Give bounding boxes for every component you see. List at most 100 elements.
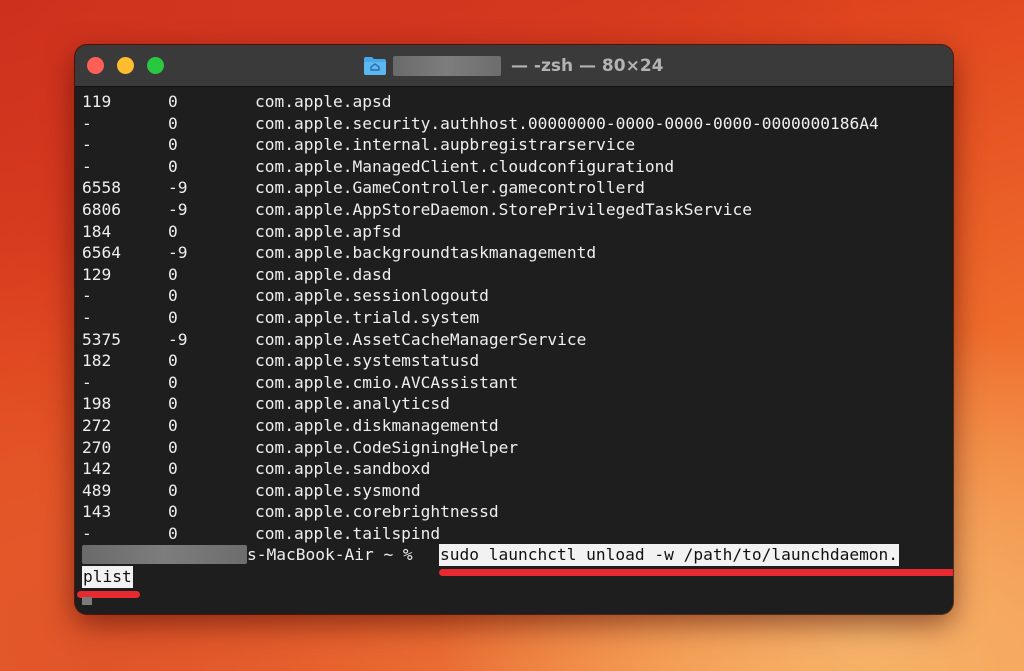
output-row: 129 0 com.apple.dasd	[82, 264, 953, 286]
output-row: 489 0 com.apple.sysmond	[82, 480, 953, 502]
status-cell: 0	[168, 307, 178, 327]
terminal-cursor	[82, 596, 92, 605]
label-cell: com.apple.sandboxd	[255, 459, 431, 479]
output-row: - 0 com.apple.security.authhost.00000000-0…	[82, 113, 953, 135]
label-cell: com.apple.CodeSigningHelper	[255, 437, 519, 457]
pid-cell: 198	[82, 394, 112, 414]
label-cell: com.apple.apfsd	[255, 221, 402, 241]
label-cell: com.apple.systemstatusd	[255, 351, 480, 371]
pid-cell: 272	[82, 415, 112, 435]
minimize-button[interactable]	[117, 57, 134, 74]
label-cell: com.apple.internal.aupbregistrarservice	[255, 135, 636, 155]
highlighted-command[interactable]: sudo launchctl unload -w /path/to/launch…	[439, 544, 900, 567]
prompt-line-continued: plist	[77, 566, 953, 599]
status-cell: 0	[168, 523, 178, 543]
status-cell: 0	[168, 502, 178, 522]
prompt-host: s-MacBook-Air ~ %	[247, 545, 413, 565]
maximize-button[interactable]	[147, 57, 164, 74]
pid-cell: 182	[82, 351, 112, 371]
pid-cell: -	[82, 156, 92, 176]
label-cell: com.apple.ManagedClient.cloudconfigurati…	[255, 156, 675, 176]
redacted-username	[82, 545, 247, 565]
output-row: - 0 com.apple.sessionlogoutd	[82, 285, 953, 307]
output-row: 198 0 com.apple.analyticsd	[82, 393, 953, 415]
pid-cell: 489	[82, 480, 112, 500]
pid-cell: -	[82, 372, 92, 392]
label-cell: com.apple.apsd	[255, 92, 392, 111]
close-button[interactable]	[87, 57, 104, 74]
folder-home-icon	[364, 57, 386, 75]
window-title: — -zsh — 80×24	[363, 54, 664, 78]
label-cell: com.apple.triald.system	[255, 307, 480, 327]
status-cell: 0	[168, 480, 178, 500]
status-cell: 0	[168, 92, 178, 111]
pid-cell: 143	[82, 502, 112, 522]
label-cell: com.apple.backgroundtaskmanagementd	[255, 243, 597, 263]
label-cell: com.apple.AssetCacheManagerService	[255, 329, 587, 349]
pid-cell: -	[82, 523, 92, 543]
label-cell: com.apple.tailspind	[255, 523, 441, 543]
status-cell: 0	[168, 351, 178, 371]
output-row: 184 0 com.apple.apfsd	[82, 221, 953, 243]
status-cell: 0	[168, 372, 178, 392]
label-cell: com.apple.AppStoreDaemon.StorePrivileged…	[255, 199, 753, 219]
output-row: - 0 com.apple.triald.system	[82, 307, 953, 329]
pid-cell: 6564	[82, 243, 121, 263]
output-row: 5375 -9 com.apple.AssetCacheManagerService	[82, 329, 953, 351]
output-row: 6564 -9 com.apple.backgroundtaskmanagement…	[82, 242, 953, 264]
pid-cell: 270	[82, 437, 112, 457]
output-row: 119 0 com.apple.apsd	[82, 91, 953, 113]
status-cell: 0	[168, 156, 178, 176]
output-row: - 0 com.apple.cmio.AVCAssistant	[82, 372, 953, 394]
status-cell: -9	[168, 199, 188, 219]
status-cell: 0	[168, 394, 178, 414]
output-row: 6558 -9 com.apple.GameController.gamecontr…	[82, 177, 953, 199]
pid-cell: -	[82, 307, 92, 327]
terminal-output[interactable]: 119 0 com.apple.apsd - 0 com.apple.security.a…	[75, 87, 953, 614]
pid-cell: -	[82, 286, 92, 306]
pid-cell: 6558	[82, 178, 121, 198]
output-row: 182 0 com.apple.systemstatusd	[82, 350, 953, 372]
status-cell: 0	[168, 286, 178, 306]
label-cell: com.apple.cmio.AVCAssistant	[255, 372, 519, 392]
pid-cell: 184	[82, 221, 112, 241]
status-cell: 0	[168, 459, 178, 479]
label-cell: com.apple.sessionlogoutd	[255, 286, 489, 306]
label-cell: com.apple.sysmond	[255, 480, 421, 500]
terminal-window: — -zsh — 80×24 119 0 com.apple.apsd - 0 com.a…	[75, 45, 953, 614]
output-row: - 0 com.apple.tailspind	[82, 523, 953, 545]
output-row: - 0 com.apple.internal.aupbregistrarservic…	[82, 134, 953, 156]
status-cell: -9	[168, 178, 188, 198]
label-cell: com.apple.GameController.gamecontrollerd	[255, 178, 645, 198]
status-cell: 0	[168, 437, 178, 457]
label-cell: com.apple.diskmanagementd	[255, 415, 499, 435]
status-cell: 0	[168, 113, 178, 133]
pid-cell: -	[82, 113, 92, 133]
pid-cell: 6806	[82, 199, 121, 219]
pid-cell: 5375	[82, 329, 121, 349]
prompt-line: s-MacBook-Air ~ % sudo launchctl unload -…	[82, 544, 953, 577]
label-cell: com.apple.security.authhost.00000000-000…	[255, 113, 879, 133]
status-cell: 0	[168, 135, 178, 155]
pid-cell: -	[82, 135, 92, 155]
pid-cell: 142	[82, 459, 112, 479]
highlighted-command-continued[interactable]: plist	[82, 566, 133, 588]
label-cell: com.apple.analyticsd	[255, 394, 450, 414]
output-row: 142 0 com.apple.sandboxd	[82, 458, 953, 480]
output-row: 143 0 com.apple.corebrightnessd	[82, 501, 953, 523]
title-text: — -zsh — 80×24	[511, 56, 664, 76]
pid-cell: 119	[82, 92, 112, 111]
output-row: - 0 com.apple.ManagedClient.cloudconfigura…	[82, 156, 953, 178]
status-cell: -9	[168, 243, 188, 263]
output-row: 272 0 com.apple.diskmanagementd	[82, 415, 953, 437]
status-cell: 0	[168, 415, 178, 435]
pid-cell: 129	[82, 264, 112, 284]
redacted-title-username	[393, 56, 501, 76]
status-cell: 0	[168, 221, 178, 241]
output-row: 6806 -9 com.apple.AppStoreDaemon.StorePriv…	[82, 199, 953, 221]
label-cell: com.apple.corebrightnessd	[255, 502, 499, 522]
status-cell: 0	[168, 264, 178, 284]
output-row: 270 0 com.apple.CodeSigningHelper	[82, 437, 953, 459]
title-bar[interactable]: — -zsh — 80×24	[75, 45, 953, 87]
label-cell: com.apple.dasd	[255, 264, 392, 284]
